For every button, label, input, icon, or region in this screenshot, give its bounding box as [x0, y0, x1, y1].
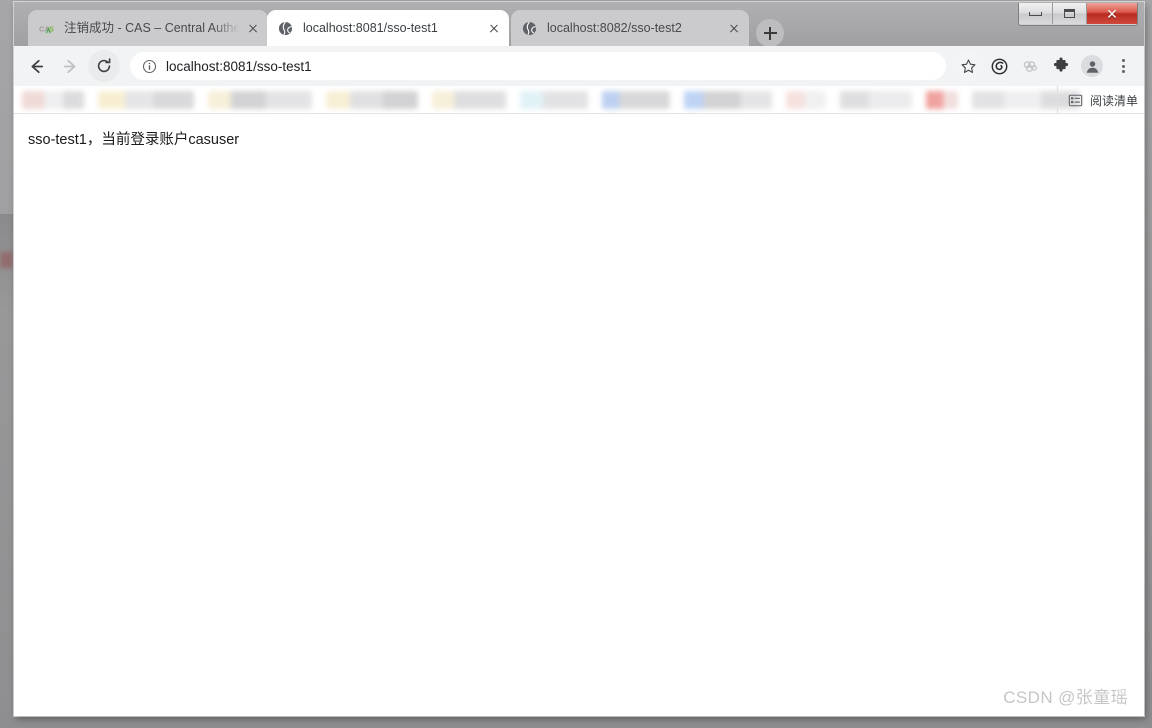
- bookmark-item[interactable]: [208, 90, 312, 109]
- swirl-extension-button[interactable]: [984, 51, 1014, 81]
- desktop-background: CA S 注销成功 - CAS – Central Authe localhos…: [0, 0, 1152, 728]
- close-tab-button[interactable]: [725, 19, 743, 37]
- globe-icon: [521, 20, 538, 37]
- back-arrow-icon: [30, 59, 43, 73]
- maximize-icon: [1064, 9, 1075, 18]
- bookmark-star-button[interactable]: [953, 51, 983, 81]
- tab-sso-test1[interactable]: localhost:8081/sso-test1: [267, 10, 509, 46]
- globe-icon: [277, 20, 294, 37]
- close-tab-button[interactable]: [485, 19, 503, 37]
- reading-list-icon: [1068, 93, 1083, 108]
- reading-list-label: 阅读清单: [1089, 93, 1138, 108]
- forward-arrow-icon: [63, 59, 76, 73]
- tab-title: localhost:8082/sso-test2: [547, 21, 682, 35]
- minimize-button[interactable]: [1019, 3, 1053, 24]
- swirl-icon: [991, 58, 1007, 74]
- tab-strip: CA S 注销成功 - CAS – Central Authe localhos…: [14, 2, 1144, 47]
- new-tab-button[interactable]: [756, 19, 784, 47]
- chrome-menu-icon: [1121, 59, 1125, 73]
- info-circle-icon[interactable]: [142, 59, 157, 74]
- forward-button[interactable]: [54, 50, 86, 82]
- bookmark-item[interactable]: [22, 90, 84, 109]
- bookmark-item[interactable]: [602, 90, 670, 109]
- minimize-icon: [1029, 11, 1042, 16]
- page-content-text: sso-test1，当前登录账户casuser: [28, 132, 240, 148]
- address-bar[interactable]: localhost:8081/sso-test1: [130, 52, 946, 80]
- csdn-watermark: CSDN @张童瑶: [1003, 688, 1128, 707]
- bookmark-item[interactable]: [684, 90, 772, 109]
- tab-title: 注销成功 - CAS – Central Authe: [64, 21, 240, 35]
- page-viewport: sso-test1，当前登录账户casuser CSDN @张童瑶: [14, 114, 1144, 716]
- close-window-button[interactable]: ✕: [1087, 3, 1137, 24]
- bookmark-item[interactable]: [926, 90, 958, 109]
- window-left-gutter-artifact: [0, 252, 13, 268]
- reload-icon: [97, 58, 111, 73]
- window-left-gutter: [0, 214, 13, 714]
- bookmark-item[interactable]: [326, 90, 418, 109]
- bookmark-item[interactable]: [432, 90, 506, 109]
- bookmarks-bar: 阅读清单: [14, 86, 1144, 114]
- circles-icon: [1023, 60, 1037, 72]
- close-icon: ✕: [1106, 5, 1118, 22]
- avatar: [1081, 55, 1103, 77]
- bookmark-item[interactable]: [786, 90, 826, 109]
- tab-sso-test2[interactable]: localhost:8082/sso-test2: [511, 10, 749, 46]
- bookmark-item[interactable]: [520, 90, 588, 109]
- extensions-puzzle-icon: [1053, 57, 1069, 72]
- url-text: localhost:8081/sso-test1: [166, 58, 312, 74]
- circles-extension-button[interactable]: [1015, 51, 1045, 81]
- profile-avatar-icon: [1086, 60, 1098, 73]
- chrome-menu-button[interactable]: [1108, 51, 1138, 81]
- chrome-browser-window: CA S 注销成功 - CAS – Central Authe localhos…: [14, 2, 1144, 716]
- bookmark-item[interactable]: [840, 90, 912, 109]
- cas-icon: CA S: [38, 20, 55, 37]
- tab-title: localhost:8081/sso-test1: [303, 21, 438, 35]
- close-tab-button[interactable]: [244, 19, 262, 37]
- profile-button[interactable]: [1077, 51, 1107, 81]
- reload-button[interactable]: [88, 50, 120, 82]
- bookmark-star-icon: [961, 59, 975, 73]
- back-button[interactable]: [20, 50, 52, 82]
- bookmark-item[interactable]: [98, 90, 194, 109]
- window-controls: ✕: [1018, 3, 1138, 26]
- extensions-button[interactable]: [1046, 51, 1076, 81]
- tab-cas-logout[interactable]: CA S 注销成功 - CAS – Central Authe: [28, 10, 268, 46]
- maximize-button[interactable]: [1053, 3, 1087, 24]
- browser-toolbar: localhost:8081/sso-test1: [14, 46, 1144, 86]
- reading-list-button[interactable]: 阅读清单: [1056, 86, 1138, 113]
